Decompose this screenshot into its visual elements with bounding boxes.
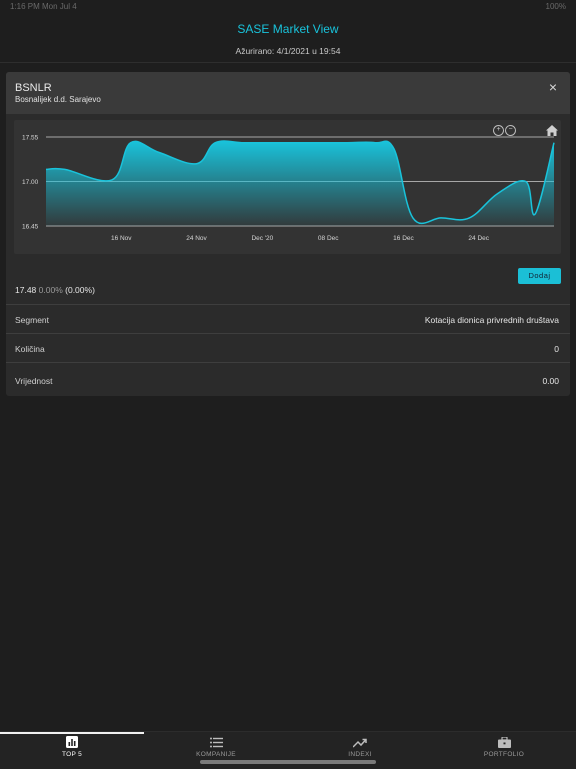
- trending-up-icon: [288, 735, 432, 749]
- tab-label: INDEXI: [348, 751, 372, 758]
- info-label: Segment: [15, 315, 50, 325]
- price-summary: 17.48 0.00% (0.00%): [15, 285, 95, 295]
- info-row-value: Vrijednost 0.00: [6, 362, 570, 392]
- price-change: 0.00%: [38, 285, 63, 295]
- x-tick-label: 08 Dec: [318, 235, 339, 242]
- zoom-out-icon[interactable]: −: [505, 125, 516, 136]
- y-tick-label: 17.00: [22, 179, 39, 186]
- ticker-symbol: BSNLR: [15, 82, 52, 94]
- x-tick-label: 24 Nov: [186, 235, 207, 242]
- status-bar: 1:16 PM Mon Jul 4 100%: [0, 0, 576, 14]
- current-price: 17.48: [15, 285, 37, 295]
- info-value: 0: [554, 344, 559, 354]
- reset-zoom-home-icon[interactable]: [546, 125, 558, 136]
- battery-level: 100%: [545, 2, 566, 11]
- stock-detail-card: BSNLR Bosnalijek d.d. Sarajevo × 17.55 17…: [6, 72, 570, 396]
- header-divider: [0, 62, 576, 63]
- briefcase-icon: [432, 735, 576, 749]
- tab-portfolio[interactable]: PORTFOLIO: [432, 732, 576, 769]
- close-icon[interactable]: ×: [546, 80, 560, 94]
- home-indicator: [200, 760, 376, 764]
- tab-label: TOP 5: [61, 751, 83, 758]
- tab-label: KOMPANIJE: [196, 751, 236, 758]
- last-updated: Ažurirano: 4/1/2021 u 19:54: [235, 46, 341, 56]
- tab-top5[interactable]: TOP 5: [0, 732, 144, 769]
- info-value: Kotacija dionica privrednih društava: [424, 315, 559, 325]
- bar-chart-icon: [0, 735, 144, 749]
- info-value: 0.00: [542, 376, 559, 386]
- x-tick-label: Dec '20: [251, 235, 273, 242]
- price-chart: 17.55 17.00 16.45 16 Nov 24 Nov Dec '20 08 Dec…: [14, 120, 561, 254]
- price-area-fill: [46, 141, 554, 226]
- x-tick-label: 16 Nov: [111, 235, 132, 242]
- info-row-quantity: Količina 0: [6, 333, 570, 363]
- card-header: BSNLR Bosnalijek d.d. Sarajevo ×: [6, 72, 570, 114]
- price-change-percent: (0.00%): [65, 285, 95, 295]
- zoom-in-icon[interactable]: +: [493, 125, 504, 136]
- add-button[interactable]: Dodaj: [518, 268, 561, 284]
- info-label: Količina: [15, 344, 45, 354]
- status-time: 1:16 PM Mon Jul 4: [10, 2, 77, 11]
- x-tick-label: 16 Dec: [393, 235, 414, 242]
- x-tick-label: 24 Dec: [468, 235, 489, 242]
- info-label: Vrijednost: [15, 376, 53, 386]
- info-row-segment: Segment Kotacija dionica privrednih druš…: [6, 304, 570, 334]
- chart-svg: 17.55 17.00 16.45 16 Nov 24 Nov Dec '20 08 Dec…: [22, 135, 555, 242]
- app-title: SASE Market View: [237, 22, 339, 36]
- y-tick-label: 16.45: [22, 224, 39, 231]
- tab-label: PORTFOLIO: [483, 751, 525, 758]
- list-icon: [144, 735, 288, 749]
- y-tick-label: 17.55: [22, 135, 39, 142]
- company-name: Bosnalijek d.d. Sarajevo: [15, 95, 101, 104]
